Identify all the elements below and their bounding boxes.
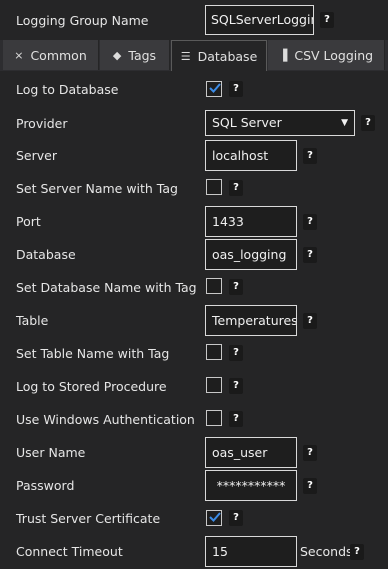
table-input[interactable]: Temperatures xyxy=(205,305,297,336)
windows-auth-checkbox[interactable] xyxy=(206,410,222,426)
password-input[interactable]: *********** xyxy=(205,470,297,501)
logging-group-name-input[interactable]: SQLServerLogging xyxy=(205,5,314,35)
help-icon[interactable]: ? xyxy=(303,247,317,263)
help-icon[interactable]: ? xyxy=(229,279,243,295)
tab-database[interactable]: ☰ Database xyxy=(171,40,267,71)
help-icon[interactable]: ? xyxy=(303,445,317,461)
tab-csv-logging[interactable]: ▐ CSV Logging xyxy=(268,40,385,70)
log-to-database-label: Log to Database xyxy=(16,82,119,97)
help-icon[interactable]: ? xyxy=(229,411,243,427)
help-icon[interactable]: ? xyxy=(229,345,243,361)
tag-icon: ◆ xyxy=(112,48,122,62)
tab-tags-label: Tags xyxy=(128,47,157,63)
connect-timeout-input[interactable]: 15 xyxy=(205,536,297,567)
help-icon[interactable]: ? xyxy=(303,214,317,230)
help-icon[interactable]: ? xyxy=(350,544,364,560)
help-icon[interactable]: ? xyxy=(303,478,317,494)
provider-value: SQL Server xyxy=(212,115,282,130)
help-icon[interactable]: ? xyxy=(303,148,317,164)
stored-procedure-checkbox[interactable] xyxy=(206,377,222,393)
checkmark-icon xyxy=(209,512,221,522)
database-label: Database xyxy=(16,247,76,262)
stored-procedure-label: Log to Stored Procedure xyxy=(16,379,167,394)
database-input[interactable]: oas_logging xyxy=(205,239,297,270)
help-icon[interactable]: ? xyxy=(229,510,243,526)
help-icon[interactable]: ? xyxy=(361,115,375,131)
tab-common-label: Common xyxy=(30,47,87,63)
password-label: Password xyxy=(16,478,75,493)
csv-icon: ▐ xyxy=(278,48,288,62)
log-to-database-checkbox[interactable] xyxy=(206,81,222,97)
tab-database-label: Database xyxy=(197,48,258,64)
table-tag-label: Set Table Name with Tag xyxy=(16,346,170,361)
server-tag-checkbox[interactable] xyxy=(206,179,222,195)
port-label: Port xyxy=(16,214,41,229)
chevron-down-icon: ▼ xyxy=(341,118,348,128)
port-input[interactable]: 1433 xyxy=(205,206,297,237)
help-icon[interactable]: ? xyxy=(303,313,317,329)
tab-tags[interactable]: ◆ Tags xyxy=(100,40,170,70)
user-name-label: User Name xyxy=(16,445,86,460)
server-label: Server xyxy=(16,148,57,163)
table-label: Table xyxy=(16,313,49,328)
tab-common[interactable]: ⨯ Common xyxy=(3,40,99,70)
sort-icon: ⨯ xyxy=(14,48,24,62)
help-icon[interactable]: ? xyxy=(229,81,243,97)
server-tag-label: Set Server Name with Tag xyxy=(16,181,178,196)
provider-select[interactable]: SQL Server ▼ xyxy=(205,110,355,136)
timeout-unit-label: Seconds xyxy=(300,544,353,559)
connect-timeout-label: Connect Timeout xyxy=(16,544,123,559)
database-tag-label: Set Database Name with Tag xyxy=(16,280,197,295)
database-icon: ☰ xyxy=(180,49,191,63)
database-tag-checkbox[interactable] xyxy=(206,278,222,294)
provider-label: Provider xyxy=(16,116,68,131)
checkmark-icon xyxy=(209,83,221,93)
trust-cert-label: Trust Server Certificate xyxy=(16,511,161,526)
help-icon[interactable]: ? xyxy=(229,378,243,394)
help-icon[interactable]: ? xyxy=(229,180,243,196)
trust-cert-checkbox[interactable] xyxy=(206,510,222,526)
help-icon[interactable]: ? xyxy=(320,12,334,28)
table-tag-checkbox[interactable] xyxy=(206,344,222,360)
user-name-input[interactable]: oas_user xyxy=(205,437,297,468)
windows-auth-label: Use Windows Authentication xyxy=(16,412,195,427)
server-input[interactable]: localhost xyxy=(205,140,297,171)
tab-csv-logging-label: CSV Logging xyxy=(294,47,374,63)
logging-group-name-label: Logging Group Name xyxy=(16,13,149,28)
